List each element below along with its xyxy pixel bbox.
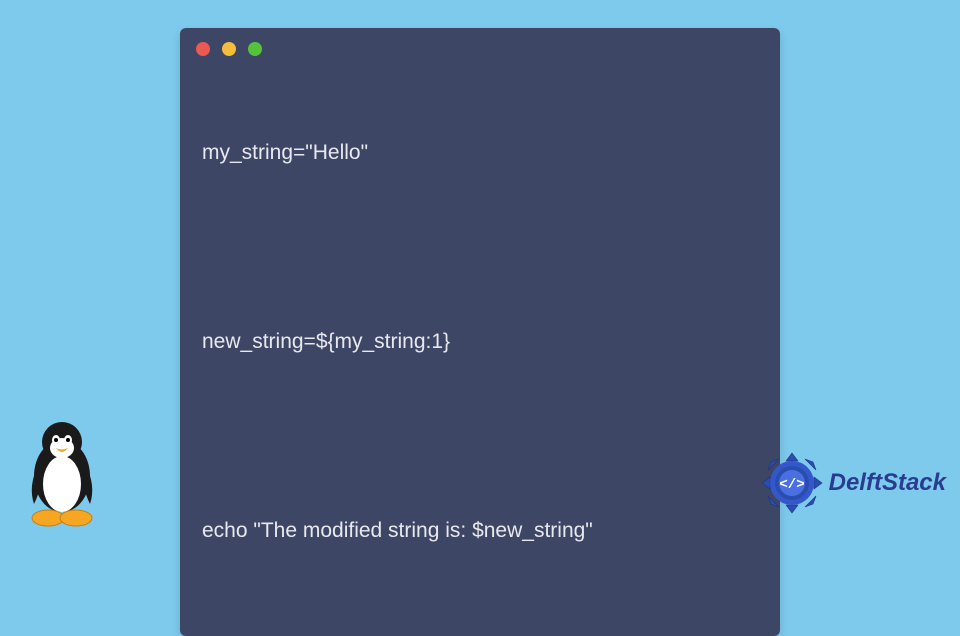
code-body: my_string="Hello" new_string=${my_string… bbox=[180, 66, 780, 636]
delftstack-logo: </> DelftStack bbox=[759, 450, 946, 516]
svg-text:</>: </> bbox=[779, 477, 804, 493]
maximize-icon bbox=[248, 42, 262, 56]
delftstack-badge-icon: </> bbox=[759, 450, 825, 516]
window-titlebar bbox=[180, 28, 780, 66]
code-line-1: my_string="Hello" bbox=[202, 137, 758, 170]
code-window: my_string="Hello" new_string=${my_string… bbox=[180, 28, 780, 636]
minimize-icon bbox=[222, 42, 236, 56]
close-icon bbox=[196, 42, 210, 56]
tux-penguin-icon bbox=[12, 418, 112, 528]
code-line-2: new_string=${my_string:1} bbox=[202, 326, 758, 359]
brand-name: DelftStack bbox=[829, 469, 946, 497]
blank-line bbox=[202, 423, 758, 449]
code-line-3: echo "The modified string is: $new_strin… bbox=[202, 515, 758, 548]
blank-line bbox=[202, 235, 758, 261]
